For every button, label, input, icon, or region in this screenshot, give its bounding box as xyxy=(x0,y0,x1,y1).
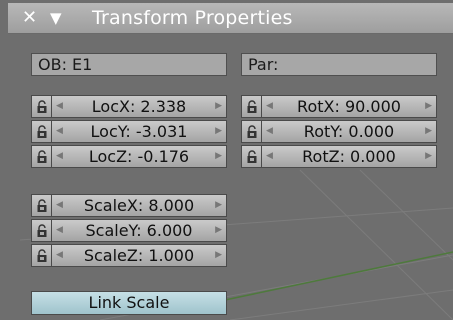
lock-icon[interactable] xyxy=(31,219,52,242)
arrow-right-icon[interactable]: ▶ xyxy=(215,195,222,216)
transform-properties-panel: ✕ ▼ Transform Properties OB: E1 Par: ◀ L… xyxy=(0,0,453,320)
scale-z-field[interactable]: ◀ ScaleZ: 1.000 ▶ xyxy=(52,244,227,267)
close-icon[interactable]: ✕ xyxy=(22,3,37,33)
link-scale-button[interactable]: Link Scale xyxy=(31,291,227,315)
lock-icon-glyph xyxy=(37,198,46,212)
arrow-left-icon[interactable]: ◀ xyxy=(266,121,273,142)
lock-icon-glyph xyxy=(247,124,256,138)
scale-x-field[interactable]: ◀ ScaleX: 8.000 ▶ xyxy=(52,194,227,217)
rot-z-label: RotZ: 0.000 xyxy=(302,147,396,166)
lock-icon-glyph xyxy=(37,149,46,163)
arrow-right-icon[interactable]: ▶ xyxy=(215,220,222,241)
lock-icon[interactable] xyxy=(241,145,262,168)
collapse-icon[interactable]: ▼ xyxy=(50,3,62,33)
arrow-left-icon[interactable]: ◀ xyxy=(56,96,63,117)
lock-icon[interactable] xyxy=(31,95,52,118)
arrow-left-icon[interactable]: ◀ xyxy=(266,96,273,117)
panel-title: Transform Properties xyxy=(92,7,293,29)
lock-icon[interactable] xyxy=(31,145,52,168)
lock-icon-glyph xyxy=(37,223,46,237)
loc-z-field[interactable]: ◀ LocZ: -0.176 ▶ xyxy=(52,145,227,168)
lock-icon[interactable] xyxy=(241,95,262,118)
lock-icon[interactable] xyxy=(31,194,52,217)
object-name-field[interactable]: OB: E1 xyxy=(31,53,227,76)
arrow-right-icon[interactable]: ▶ xyxy=(425,121,432,142)
rot-x-field[interactable]: ◀ RotX: 90.000 ▶ xyxy=(262,95,437,118)
arrow-left-icon[interactable]: ◀ xyxy=(56,146,63,167)
arrow-left-icon[interactable]: ◀ xyxy=(56,121,63,142)
arrow-right-icon[interactable]: ▶ xyxy=(215,245,222,266)
arrow-right-icon[interactable]: ▶ xyxy=(215,96,222,117)
panel-header: ✕ ▼ Transform Properties xyxy=(8,3,453,34)
scale-z-label: ScaleZ: 1.000 xyxy=(83,246,195,265)
arrow-left-icon[interactable]: ◀ xyxy=(56,245,63,266)
lock-icon[interactable] xyxy=(31,244,52,267)
arrow-left-icon[interactable]: ◀ xyxy=(56,220,63,241)
lock-icon[interactable] xyxy=(241,120,262,143)
lock-icon-glyph xyxy=(37,99,46,113)
lock-icon-glyph xyxy=(247,149,256,163)
loc-y-field[interactable]: ◀ LocY: -3.031 ▶ xyxy=(52,120,227,143)
lock-icon[interactable] xyxy=(31,120,52,143)
rot-z-field[interactable]: ◀ RotZ: 0.000 ▶ xyxy=(262,145,437,168)
loc-y-label: LocY: -3.031 xyxy=(90,122,188,141)
scale-x-label: ScaleX: 8.000 xyxy=(83,196,195,215)
arrow-left-icon[interactable]: ◀ xyxy=(266,146,273,167)
rot-y-field[interactable]: ◀ RotY: 0.000 ▶ xyxy=(262,120,437,143)
arrow-right-icon[interactable]: ▶ xyxy=(215,146,222,167)
lock-icon-glyph xyxy=(37,248,46,262)
loc-z-label: LocZ: -0.176 xyxy=(88,147,190,166)
arrow-right-icon[interactable]: ▶ xyxy=(425,96,432,117)
arrow-right-icon[interactable]: ▶ xyxy=(425,146,432,167)
rot-y-label: RotY: 0.000 xyxy=(303,122,395,141)
lock-icon-glyph xyxy=(37,124,46,138)
arrow-right-icon[interactable]: ▶ xyxy=(215,121,222,142)
scale-y-field[interactable]: ◀ ScaleY: 6.000 ▶ xyxy=(52,219,227,242)
arrow-left-icon[interactable]: ◀ xyxy=(56,195,63,216)
loc-x-label: LocX: 2.338 xyxy=(91,97,187,116)
lock-icon-glyph xyxy=(247,99,256,113)
scale-y-label: ScaleY: 6.000 xyxy=(85,221,193,240)
parent-field[interactable]: Par: xyxy=(241,53,437,76)
rot-x-label: RotX: 90.000 xyxy=(297,97,401,116)
loc-x-field[interactable]: ◀ LocX: 2.338 ▶ xyxy=(52,95,227,118)
